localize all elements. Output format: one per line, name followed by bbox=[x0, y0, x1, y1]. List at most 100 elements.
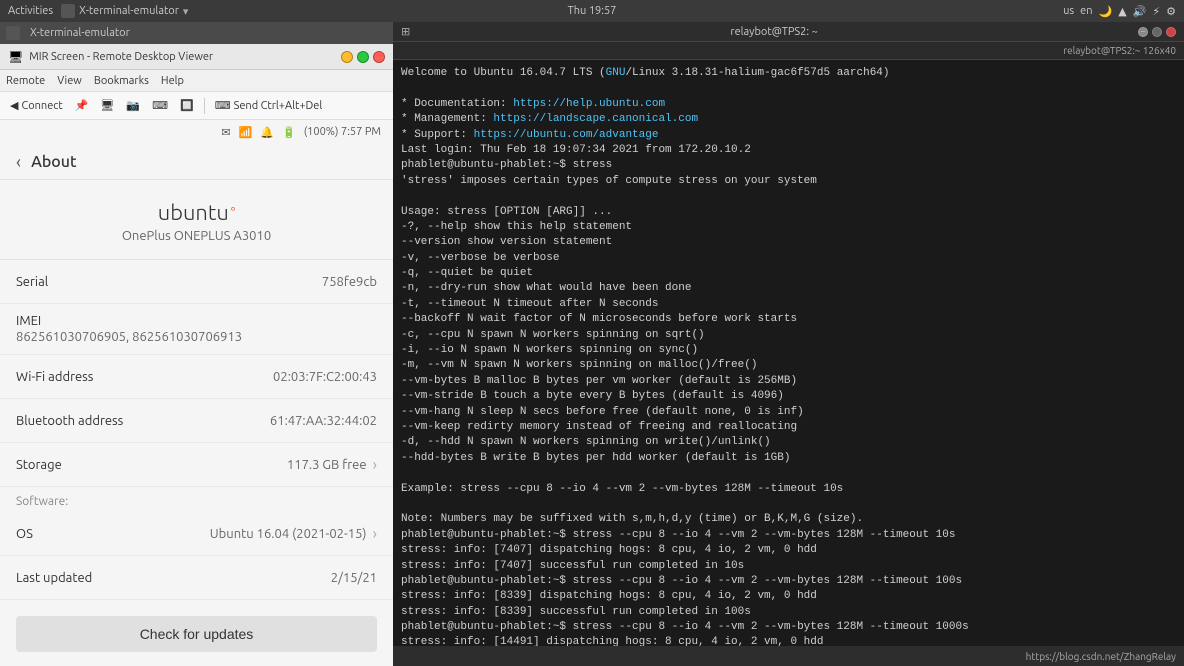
serial-row: Serial 758fe9cb bbox=[0, 260, 393, 304]
term-line-vmbytes: --vm-bytes B malloc B bytes per vm worke… bbox=[401, 374, 1176, 389]
minimize-button[interactable] bbox=[341, 51, 353, 63]
term-line-backoff: --backoff N wait factor of N microsecond… bbox=[401, 312, 1176, 327]
bluetooth-label: Bluetooth address bbox=[16, 414, 123, 428]
last-updated-label: Last updated bbox=[16, 571, 92, 585]
term-line-help: -?, --help show this help statement bbox=[401, 220, 1176, 235]
serial-label: Serial bbox=[16, 275, 48, 289]
about-device-section: ubuntu° OnePlus ONEPLUS A3010 bbox=[0, 180, 393, 260]
terminal-window: ⊞ relaybot@TPS2: ~ – relaybot@TPS2:~ 126… bbox=[393, 22, 1184, 666]
relaybot-minimize-button[interactable] bbox=[1152, 27, 1162, 37]
xterm-icon bbox=[6, 26, 20, 40]
imei-label: IMEI bbox=[16, 314, 41, 328]
os-arrow-icon: › bbox=[373, 525, 378, 543]
mir-toolbar: ◀ Connect 📌 🖥 📷 ⌨ 🔲 ⌨ Send Ctrl+Alt+Del bbox=[0, 92, 393, 120]
term-line-hogs1000: stress: info: [14491] dispatching hogs: … bbox=[401, 635, 1176, 646]
term-line-vmstride: --vm-stride B touch a byte every B bytes… bbox=[401, 389, 1176, 404]
bluetooth-value: 61:47:AA:32:44:02 bbox=[270, 414, 377, 428]
terminal-body[interactable]: Welcome to Ubuntu 16.04.7 LTS (GNU/Linux… bbox=[393, 60, 1184, 646]
relaybot-maximize-button[interactable] bbox=[1166, 27, 1176, 37]
term-line-hogs100: stress: info: [8339] dispatching hogs: 8… bbox=[401, 589, 1176, 604]
relaybot-tab-icon: ⊞ bbox=[401, 25, 410, 38]
term-line-stress1: phablet@ubuntu-phablet:~$ stress bbox=[401, 158, 1176, 173]
network-icon: ▲ bbox=[1118, 5, 1126, 18]
os-row[interactable]: OS Ubuntu 16.04 (2021-02-15) › bbox=[0, 512, 393, 556]
close-button[interactable] bbox=[373, 51, 385, 63]
toolbar-icon2[interactable]: 🖥 bbox=[96, 97, 118, 114]
phone-signal-icon: ✉ bbox=[221, 126, 230, 139]
storage-value: 117.3 GB free bbox=[287, 458, 367, 472]
term-line-vmkeep: --vm-keep redirty memory instead of free… bbox=[401, 420, 1176, 435]
left-panel: X-terminal-emulator 🖥 MIR Screen - Remot… bbox=[0, 22, 393, 666]
imei-value: 862561030706905, 862561030706913 bbox=[16, 330, 242, 344]
term-line-cmd1000s: phablet@ubuntu-phablet:~$ stress --cpu 8… bbox=[401, 620, 1176, 635]
last-updated-row: Last updated 2/15/21 bbox=[0, 556, 393, 600]
about-title: About bbox=[31, 153, 77, 171]
imei-row: IMEI 862561030706905, 862561030706913 bbox=[0, 304, 393, 355]
relaybot-size-bar: relaybot@TPS2:~ 126x40 bbox=[393, 42, 1184, 60]
os-label: OS bbox=[16, 527, 33, 541]
menu-remote[interactable]: Remote bbox=[6, 75, 45, 87]
term-line-hdd: -d, --hdd N spawn N workers spinning on … bbox=[401, 435, 1176, 450]
wifi-label: Wi-Fi address bbox=[16, 370, 93, 384]
term-line-welcome: Welcome to Ubuntu 16.04.7 LTS (GNU/Linux… bbox=[401, 66, 1176, 81]
phone-wifi-icon: 📶 bbox=[239, 126, 253, 139]
bluetooth-row: Bluetooth address 61:47:AA:32:44:02 bbox=[0, 399, 393, 443]
last-updated-value: 2/15/21 bbox=[331, 571, 377, 585]
connect-button[interactable]: ◀ Connect bbox=[6, 97, 67, 114]
toolbar-icon3[interactable]: 📷 bbox=[122, 97, 144, 114]
relaybot-titlebar: ⊞ relaybot@TPS2: ~ – bbox=[393, 22, 1184, 42]
connect-icon: ◀ bbox=[10, 99, 18, 112]
term-line-hddbytes: --hdd-bytes B write B bytes per hdd work… bbox=[401, 451, 1176, 466]
about-header: ‹ About bbox=[0, 144, 393, 180]
back-button[interactable]: ‹ bbox=[16, 152, 21, 172]
ubuntu-circle: ° bbox=[231, 205, 235, 221]
locale-label: en bbox=[1080, 5, 1092, 17]
term-line-dry: -n, --dry-run show what would have been … bbox=[401, 281, 1176, 296]
clock: Thu 19:57 bbox=[568, 5, 617, 17]
mir-titlebar: 🖥 MIR Screen - Remote Desktop Viewer bbox=[0, 44, 393, 70]
system-topbar: Activities X-terminal-emulator ▾ Thu 19:… bbox=[0, 0, 1184, 22]
relaybot-window-controls[interactable]: – bbox=[1138, 27, 1176, 37]
menu-view[interactable]: View bbox=[57, 75, 82, 87]
status-url: https://blog.csdn.net/ZhangRelay bbox=[1026, 651, 1176, 662]
term-line-cmd100s: phablet@ubuntu-phablet:~$ stress --cpu 8… bbox=[401, 574, 1176, 589]
device-name: OnePlus ONEPLUS A3010 bbox=[122, 229, 271, 243]
term-line-cpu: -c, --cpu N spawn N workers spinning on … bbox=[401, 328, 1176, 343]
toolbar-icon4[interactable]: ⌨ bbox=[148, 97, 172, 114]
relaybot-title: relaybot@TPS2: ~ bbox=[410, 26, 1138, 38]
menu-bookmarks[interactable]: Bookmarks bbox=[94, 75, 149, 87]
software-section-label: Software: bbox=[0, 487, 393, 512]
storage-row[interactable]: Storage 117.3 GB free › bbox=[0, 443, 393, 487]
send-ctrl-alt-del-button[interactable]: ⌨ Send Ctrl+Alt+Del bbox=[211, 97, 327, 114]
battery-icon: ⚡ bbox=[1152, 5, 1160, 18]
mir-window-controls[interactable] bbox=[341, 51, 385, 63]
menu-help[interactable]: Help bbox=[161, 75, 184, 87]
term-blank-3 bbox=[401, 466, 1176, 481]
term-line-doc: * Documentation: https://help.ubuntu.com bbox=[401, 97, 1176, 112]
term-blank-1 bbox=[401, 81, 1176, 96]
relaybot-close-button[interactable]: – bbox=[1138, 27, 1148, 37]
toolbar-icon5[interactable]: 🔲 bbox=[176, 97, 198, 114]
term-line-hogs10: stress: info: [7407] dispatching hogs: 8… bbox=[401, 543, 1176, 558]
phone-sound-icon: 🔔 bbox=[260, 126, 274, 139]
os-value: Ubuntu 16.04 (2021-02-15) bbox=[210, 527, 367, 541]
term-line-vmhang: --vm-hang N sleep N secs before free (de… bbox=[401, 405, 1176, 420]
term-blank-2 bbox=[401, 189, 1176, 204]
term-line-cmd10s: phablet@ubuntu-phablet:~$ stress --cpu 8… bbox=[401, 528, 1176, 543]
term-line-stress-desc: 'stress' imposes certain types of comput… bbox=[401, 174, 1176, 189]
maximize-button[interactable] bbox=[357, 51, 369, 63]
info-list: Serial 758fe9cb IMEI 862561030706905, 86… bbox=[0, 260, 393, 666]
settings-icon[interactable]: ⚙ bbox=[1166, 5, 1176, 18]
volume-icon: 🔊 bbox=[1133, 5, 1147, 18]
check-updates-button[interactable]: Check for updates bbox=[16, 616, 377, 652]
status-bar: https://blog.csdn.net/ZhangRelay bbox=[393, 646, 1184, 666]
term-line-example: Example: stress --cpu 8 --io 4 --vm 2 --… bbox=[401, 482, 1176, 497]
toolbar-icon1[interactable]: 📌 bbox=[71, 97, 93, 114]
app-name[interactable]: X-terminal-emulator ▾ bbox=[61, 4, 188, 18]
activities-label[interactable]: Activities bbox=[8, 5, 53, 17]
term-line-done100: stress: info: [8339] successful run comp… bbox=[401, 605, 1176, 620]
phone-statusbar: ✉ 📶 🔔 🔋 (100%) 7:57 PM bbox=[0, 120, 393, 144]
xterm-title: X-terminal-emulator bbox=[30, 27, 130, 39]
mir-menubar: Remote View Bookmarks Help bbox=[0, 70, 393, 92]
relaybot-size-text: relaybot@TPS2:~ 126x40 bbox=[1063, 45, 1176, 56]
